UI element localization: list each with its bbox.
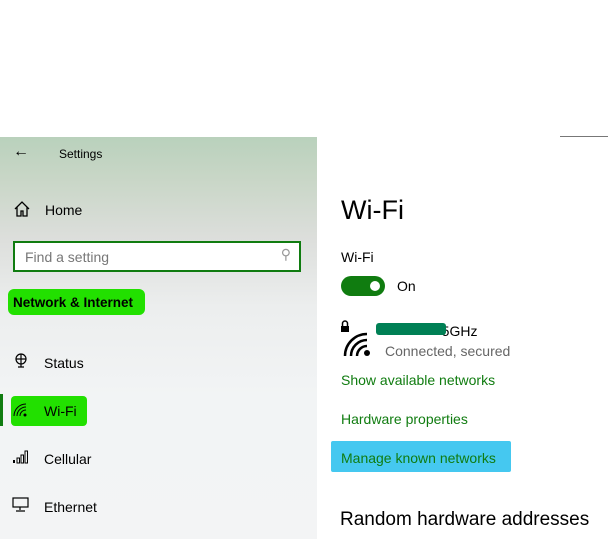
toggle-state: On — [397, 278, 416, 294]
hardware-properties-link[interactable]: Hardware properties — [341, 411, 468, 427]
window-edge — [560, 136, 608, 137]
signal-bars-icon — [13, 450, 28, 464]
redaction-mark — [376, 323, 446, 335]
sidebar: ← Settings Home Find a setting ⚲ Network… — [0, 137, 317, 539]
wifi-toggle[interactable] — [341, 276, 385, 296]
sidebar-item-status[interactable]: Status — [44, 355, 84, 371]
search-input[interactable]: Find a setting ⚲ — [13, 241, 301, 272]
home-icon — [14, 201, 30, 217]
sidebar-item-cellular[interactable]: Cellular — [44, 451, 91, 467]
section-heading: Random hardware addresses — [340, 509, 590, 530]
page-title: Wi-Fi — [341, 195, 404, 225]
network-status: Connected, secured — [385, 343, 511, 359]
window-title: Settings — [59, 147, 103, 161]
wifi-icon — [13, 403, 27, 417]
manage-known-networks-link[interactable]: Manage known networks — [341, 450, 496, 466]
sidebar-item-ethernet[interactable]: Ethernet — [44, 499, 97, 515]
wifi-secured-icon — [341, 320, 370, 357]
sidebar-item-home[interactable]: Home — [45, 202, 82, 218]
show-available-networks-link[interactable]: Show available networks — [341, 372, 495, 388]
search-placeholder: Find a setting — [25, 249, 110, 265]
selection-indicator — [0, 394, 3, 426]
sidebar-item-wifi[interactable]: Wi-Fi — [44, 403, 77, 419]
back-arrow-icon[interactable]: ← — [13, 143, 29, 161]
ethernet-icon — [12, 497, 29, 512]
search-icon[interactable]: ⚲ — [281, 246, 291, 263]
wifi-toggle-label: Wi-Fi — [341, 249, 374, 265]
globe-monitor-icon — [15, 353, 27, 368]
section-title: Network & Internet — [13, 295, 134, 310]
